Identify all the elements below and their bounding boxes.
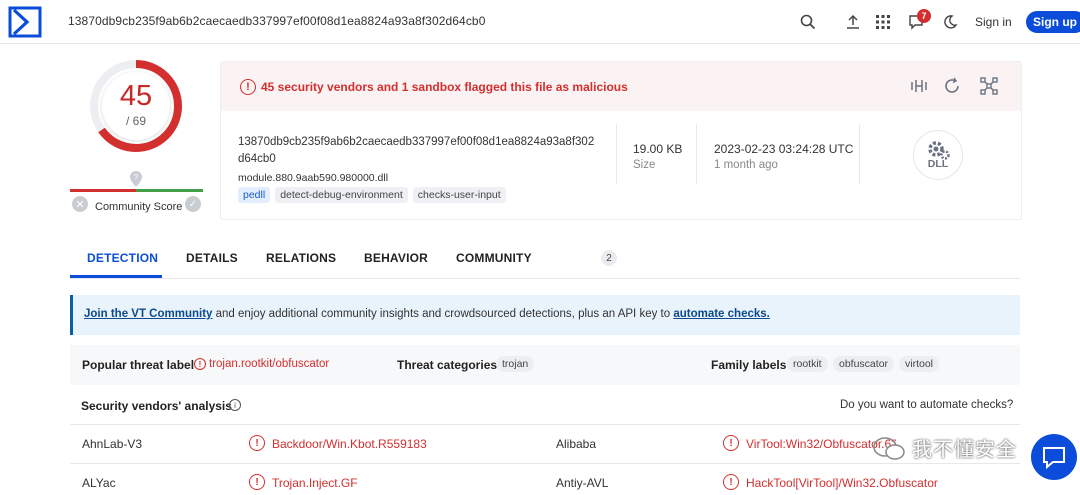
search-input[interactable]: 13870db9cb235f9ab6b2caecaedb337997ef00f0…: [68, 14, 485, 28]
row-divider: [70, 424, 1020, 425]
tag-pedll[interactable]: pedll: [238, 187, 271, 203]
vendor-name: AhnLab-V3: [82, 437, 143, 451]
join-community-banner: Join the VT Community and enjoy addition…: [70, 295, 1020, 335]
detection-alert-icon: !: [249, 435, 265, 451]
watermark-text: 我不懂安全: [912, 439, 1017, 461]
family-labels-heading: Family labels: [711, 358, 787, 372]
dark-mode-icon[interactable]: [939, 11, 961, 33]
tag-checks-user-input[interactable]: checks-user-input: [412, 187, 506, 203]
upload-icon[interactable]: [842, 11, 864, 33]
divider: [616, 124, 617, 184]
info-icon[interactable]: i: [229, 399, 241, 411]
community-score-label: Community Score: [95, 201, 183, 213]
apps-grid-icon[interactable]: [872, 11, 894, 33]
family-label-pill[interactable]: virtool: [899, 356, 940, 372]
popular-threat-label-value[interactable]: trojan.rootkit/obfuscator: [209, 358, 329, 370]
file-type-icon: [913, 130, 963, 180]
graph-icon[interactable]: [979, 76, 999, 96]
file-name: module.880.9aab590.980000.dll: [238, 172, 389, 184]
popular-threat-label-heading: Popular threat label: [82, 358, 195, 372]
svg-text:?: ?: [134, 173, 139, 182]
join-banner-middle-text: and enjoy additional community insights …: [212, 308, 674, 320]
vote-malicious-icon[interactable]: ✕: [72, 196, 88, 212]
detection-result: HackTool[VirTool]/Win32.Obfuscator: [746, 476, 938, 490]
vote-harmless-icon[interactable]: ✓: [185, 196, 201, 212]
notification-count-badge: 7: [917, 9, 931, 23]
family-label-pill[interactable]: rootkit: [787, 356, 828, 372]
community-count-badge: 2: [601, 250, 617, 266]
vendor-name: Alibaba: [556, 437, 597, 451]
chat-button[interactable]: [1031, 434, 1077, 480]
divider: [696, 124, 697, 184]
search-icon[interactable]: [797, 11, 819, 33]
security-vendors-heading: Security vendors' analysis: [81, 399, 232, 413]
detection-total: / 69: [125, 114, 146, 128]
detection-alert-icon: !: [249, 474, 265, 490]
community-location-pin-icon: ?: [130, 171, 142, 187]
community-score-bar: [70, 189, 203, 192]
reanalyze-icon[interactable]: [942, 76, 962, 96]
malicious-alert-banner: ! 45 security vendors and 1 sandbox flag…: [221, 62, 1021, 111]
detection-count: 45: [119, 80, 153, 112]
threat-categories-heading: Threat categories: [397, 358, 498, 372]
file-size-value: 19.00 KB: [633, 142, 683, 156]
automate-checks-link[interactable]: automate checks.: [673, 308, 770, 320]
sign-in-link[interactable]: Sign in: [975, 15, 1012, 29]
file-type-label: DLL: [927, 158, 949, 170]
top-bar: 13870db9cb235f9ab6b2caecaedb337997ef00f0…: [0, 0, 1080, 44]
wechat-watermark-icon: [873, 437, 905, 460]
detection-result: Trojan.Inject.GF: [272, 476, 358, 490]
alert-icon: !: [240, 79, 256, 95]
alert-text: 45 security vendors and 1 sandbox flagge…: [261, 80, 628, 94]
threat-category-pill[interactable]: trojan: [496, 356, 535, 372]
detection-alert-icon: !: [723, 435, 739, 451]
chat-icon: [1043, 447, 1065, 470]
join-banner-text: Join the VT Community and enjoy addition…: [84, 308, 770, 320]
tab-detection[interactable]: DETECTION: [87, 251, 158, 265]
virustotal-logo[interactable]: [8, 6, 42, 38]
active-tab-indicator: [70, 275, 162, 278]
tab-community[interactable]: COMMUNITY: [456, 251, 532, 265]
join-community-link[interactable]: Join the VT Community: [84, 308, 212, 320]
automate-checks-prompt[interactable]: Do you want to automate checks?: [840, 399, 1013, 411]
file-summary-card: ! 45 security vendors and 1 sandbox flag…: [220, 61, 1022, 220]
row-divider: [70, 463, 1020, 464]
tab-relations[interactable]: RELATIONS: [266, 251, 336, 265]
file-tags: pedll detect-debug-environment checks-us…: [238, 187, 506, 203]
tag-detect-debug-environment[interactable]: detect-debug-environment: [275, 187, 408, 203]
analysis-date-value: 2023-02-23 03:24:28 UTC: [714, 142, 854, 156]
vendor-name: Antiy-AVL: [556, 476, 609, 490]
sign-up-button[interactable]: Sign up: [1026, 11, 1080, 33]
report-tabs: DETECTION DETAILS RELATIONS BEHAVIOR COM…: [70, 243, 1020, 279]
detection-alert-icon: !: [723, 474, 739, 490]
threat-alert-icon: !: [194, 358, 206, 370]
detection-result: Backdoor/Win.Kbot.R559183: [272, 437, 427, 451]
divider: [859, 124, 860, 184]
tab-behavior[interactable]: BEHAVIOR: [364, 251, 428, 265]
analysis-date-relative: 1 month ago: [714, 159, 778, 171]
vendor-name: ALYac: [82, 476, 116, 490]
tab-details[interactable]: DETAILS: [186, 251, 238, 265]
threat-labels-row: Popular threat label ! trojan.rootkit/ob…: [70, 345, 1020, 385]
file-size-label: Size: [633, 159, 656, 171]
family-label-pill[interactable]: obfuscator: [833, 356, 895, 372]
compare-icon[interactable]: [909, 76, 929, 96]
file-hash[interactable]: 13870db9cb235f9ab6b2caecaedb337997ef00f0…: [238, 134, 598, 168]
